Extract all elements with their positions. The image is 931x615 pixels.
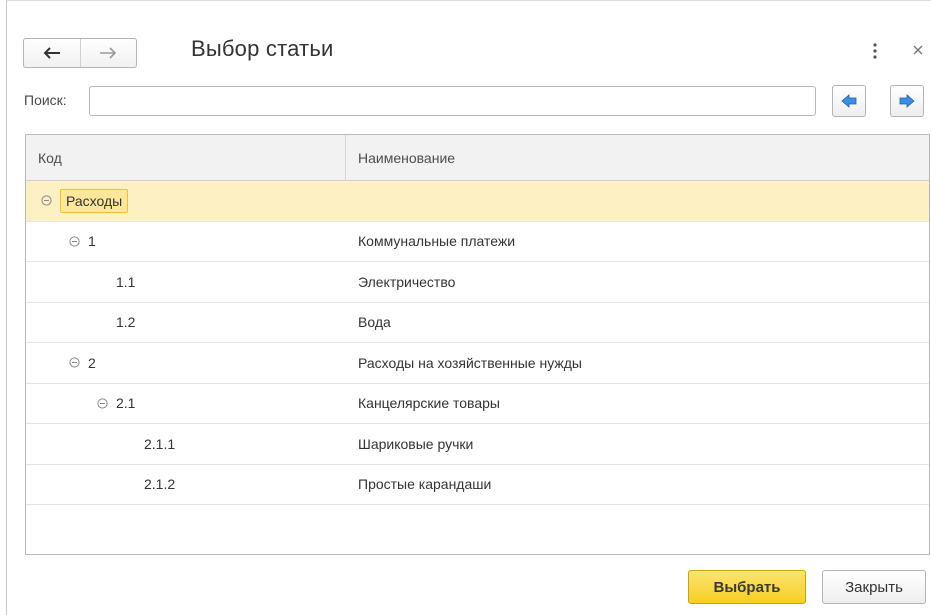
table-row[interactable]: 1 Коммунальные платежи — [26, 222, 929, 262]
table-body: Расходы 1 Коммунальные платежи 1.1 Электриче… — [26, 181, 929, 505]
window-left-border — [6, 0, 7, 615]
cell-code: 1.1 — [26, 262, 346, 302]
table-row[interactable]: Расходы — [26, 181, 929, 222]
cell-code: 2.1.1 — [26, 424, 346, 464]
more-vertical-icon[interactable] — [872, 42, 878, 60]
table-row[interactable]: 2.1 Канцелярские товары — [26, 384, 929, 424]
code-label: 1 — [88, 233, 96, 250]
cell-name: Вода — [358, 314, 391, 331]
collapse-icon[interactable] — [94, 398, 110, 409]
table-row[interactable]: 1.2 Вода — [26, 303, 929, 343]
find-previous-button[interactable] — [832, 85, 866, 117]
find-next-icon — [899, 94, 915, 108]
back-button[interactable] — [24, 39, 80, 67]
cell-name: Канцелярские товары — [358, 395, 500, 412]
window-top-border — [6, 0, 931, 1]
cell-name: Расходы на хозяйственные нужды — [358, 354, 582, 371]
code-label: Расходы — [60, 188, 129, 213]
navigation-buttons — [23, 38, 137, 68]
select-button[interactable]: Выбрать — [688, 570, 806, 604]
table-row[interactable]: 2.1.1 Шариковые ручки — [26, 424, 929, 465]
cell-name: Шариковые ручки — [358, 435, 474, 452]
table-header: Код Наименование — [26, 135, 929, 181]
collapse-icon[interactable] — [38, 195, 54, 206]
forward-arrow-icon — [100, 47, 117, 59]
cell-code: 2.1 — [26, 384, 346, 424]
code-label: 1.2 — [116, 314, 136, 331]
close-button[interactable]: Закрыть — [822, 570, 926, 604]
collapse-icon[interactable] — [66, 236, 82, 247]
search-input[interactable] — [89, 86, 816, 116]
code-label: 1.1 — [116, 273, 136, 290]
table-row[interactable]: 2 Расходы на хозяйственные нужды — [26, 343, 929, 384]
find-next-button[interactable] — [890, 85, 924, 117]
code-label: 2.1 — [116, 395, 136, 412]
cell-name: Простые карандаши — [358, 476, 492, 493]
cell-code: 2 — [26, 343, 346, 383]
code-label: 2.1.2 — [144, 476, 176, 493]
code-label: 2.1.1 — [144, 435, 176, 452]
cell-code: 1 — [26, 222, 346, 262]
column-header-code[interactable]: Код — [26, 135, 346, 180]
code-label: 2 — [88, 354, 96, 371]
table-row[interactable]: 1.1 Электричество — [26, 262, 929, 303]
cell-name — [346, 181, 929, 221]
items-table: Код Наименование Расходы 1 Коммунальные пл… — [25, 134, 930, 555]
cell-code: 1.2 — [26, 303, 346, 343]
table-row[interactable]: 2.1.2 Простые карандаши — [26, 465, 929, 505]
search-label: Поиск: — [24, 92, 67, 108]
page-title: Выбор статьи — [191, 36, 334, 61]
column-header-name[interactable]: Наименование — [346, 135, 929, 180]
back-arrow-icon — [43, 47, 60, 59]
find-previous-icon — [841, 94, 857, 108]
cell-name: Коммунальные платежи — [358, 233, 516, 250]
collapse-icon[interactable] — [66, 357, 82, 368]
forward-button[interactable] — [79, 39, 137, 67]
close-icon[interactable] — [911, 43, 925, 57]
cell-name: Электричество — [358, 273, 456, 290]
cell-code: 2.1.2 — [26, 465, 346, 505]
cell-code: Расходы — [26, 181, 346, 221]
